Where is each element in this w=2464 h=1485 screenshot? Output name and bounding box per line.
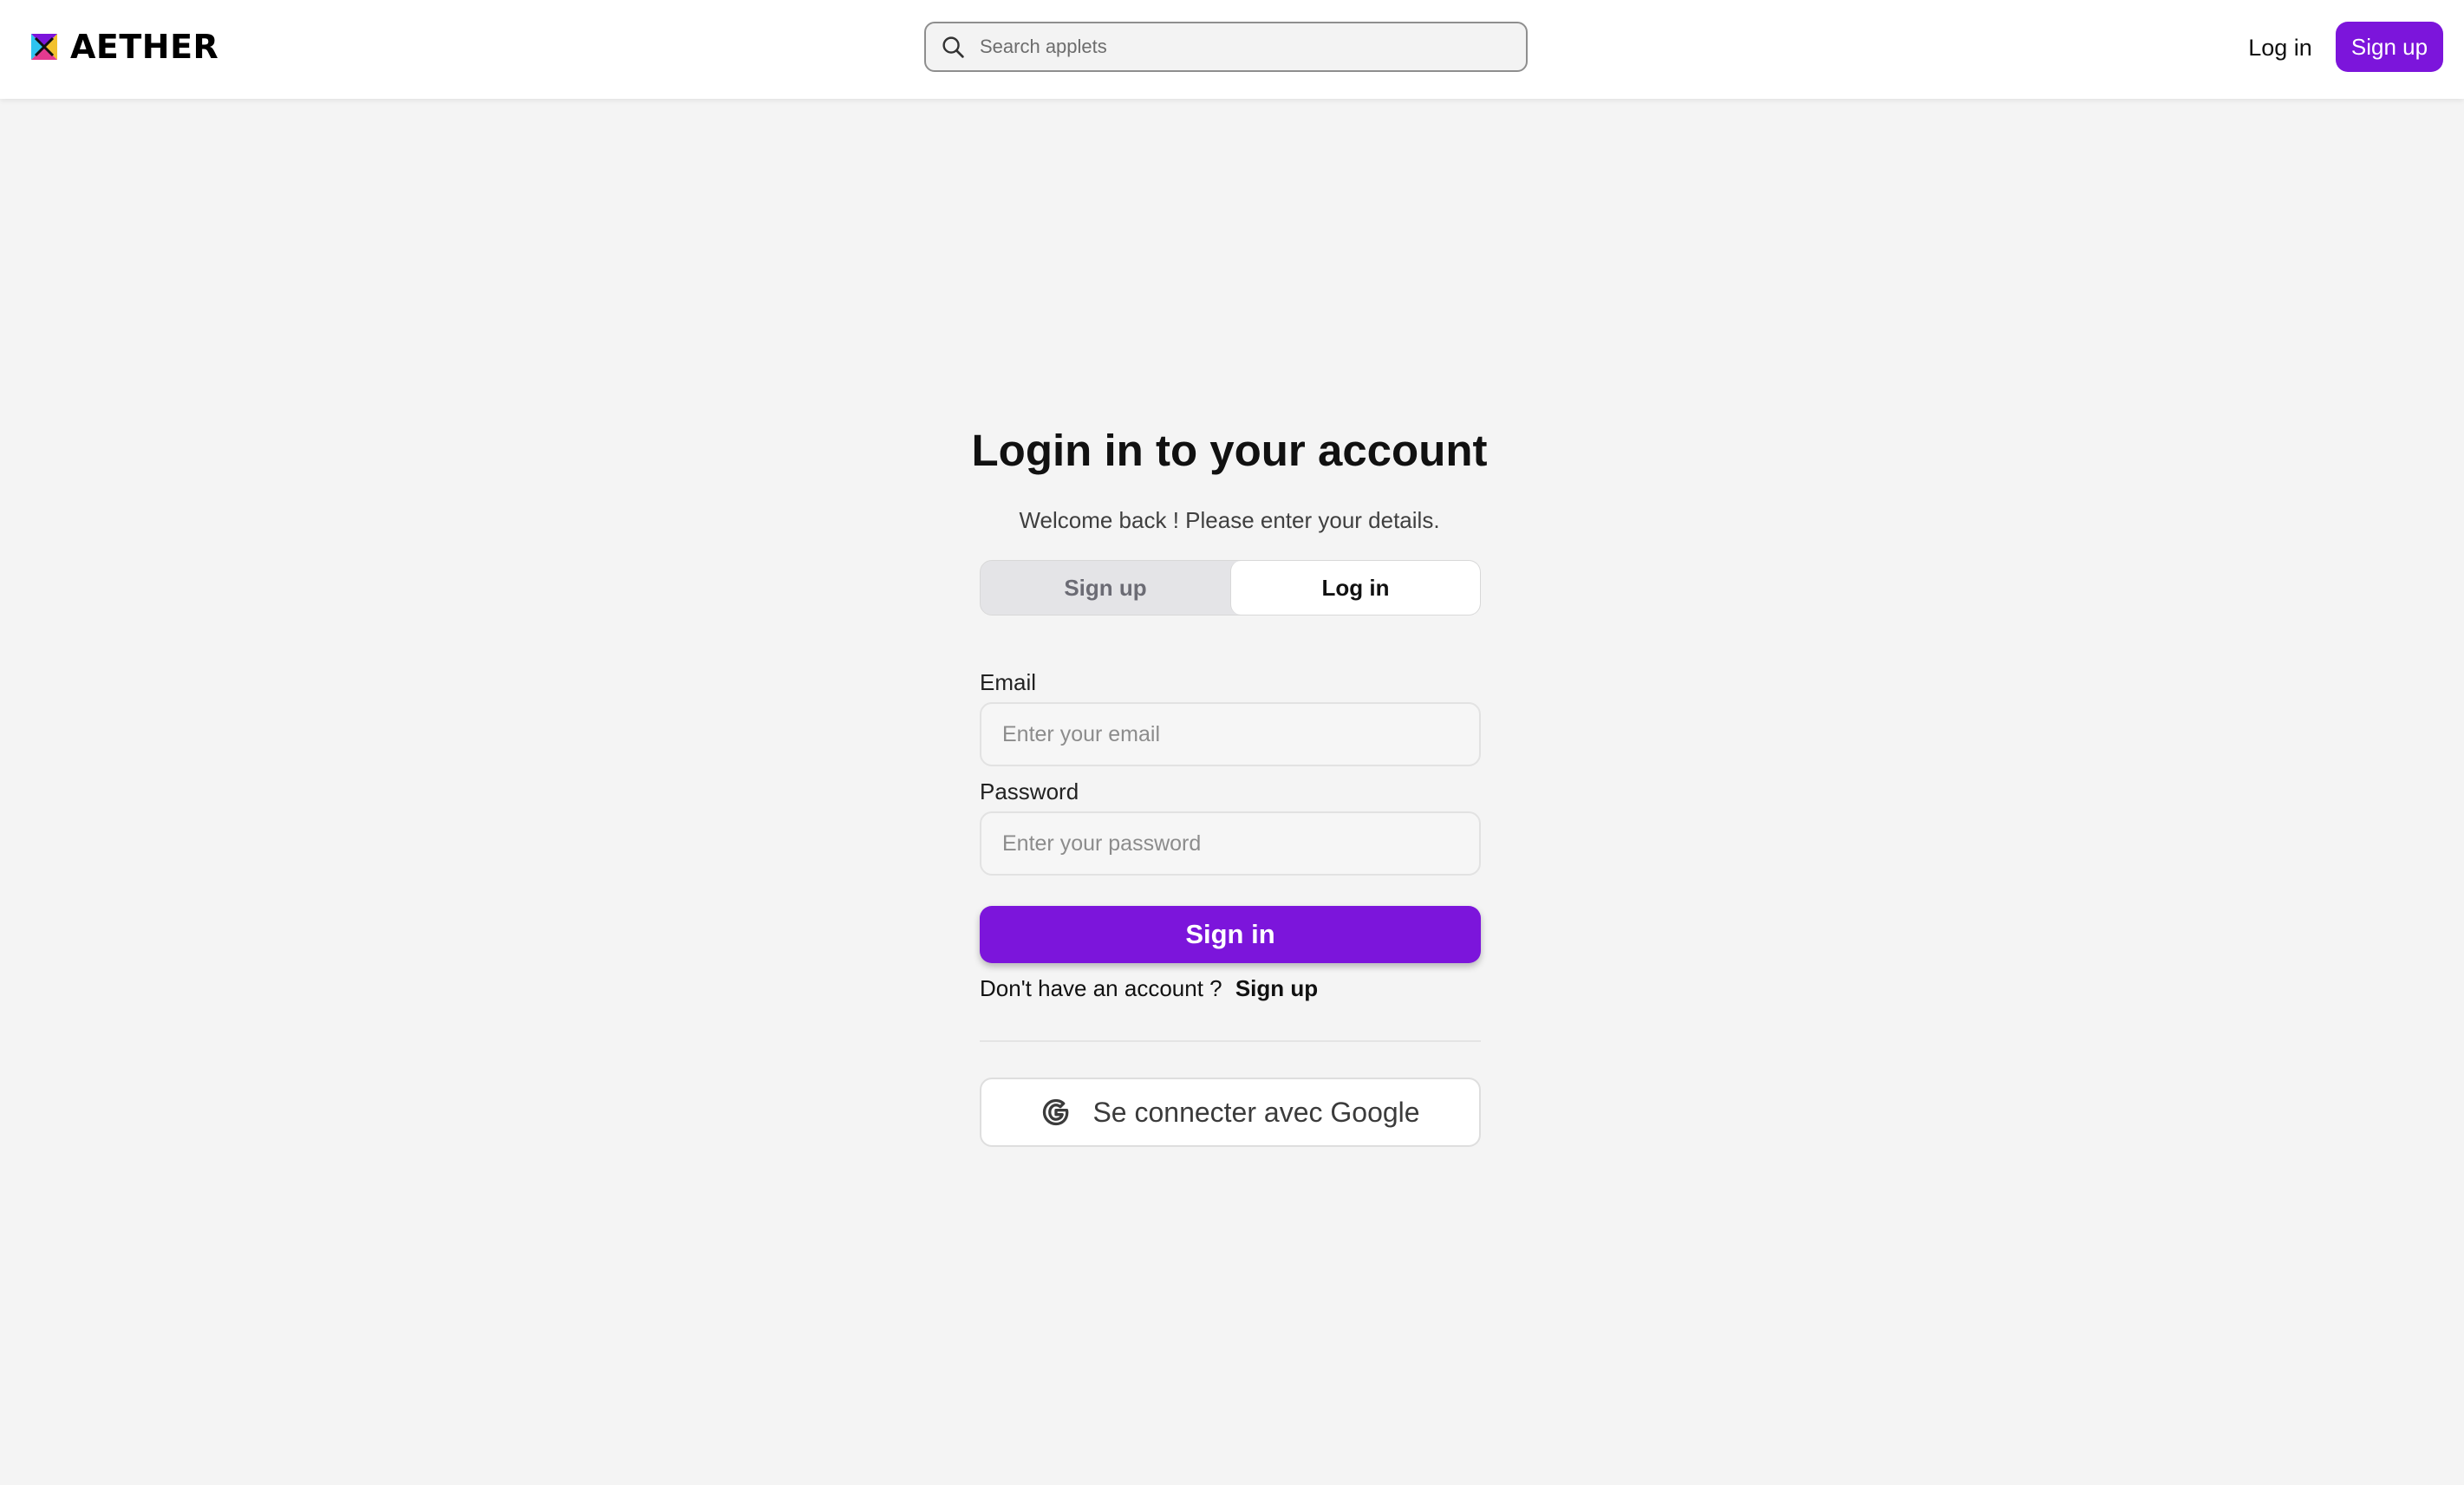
password-label: Password <box>980 778 1079 804</box>
no-account-text: Don't have an account ? <box>980 975 1222 1001</box>
auth-mode-tabs: Sign up Log in <box>980 560 1481 615</box>
google-sign-in-label: Se connecter avec Google <box>1092 1096 1420 1128</box>
search-bar[interactable] <box>924 22 1528 72</box>
sign-in-button[interactable]: Sign in <box>980 906 1481 963</box>
sign-up-link[interactable]: Sign up <box>1235 975 1318 1001</box>
top-navigation-bar: AETHER Log in Sign up <box>0 0 2464 99</box>
google-g-icon <box>1043 1098 1069 1126</box>
brand-name: AETHER <box>70 28 219 66</box>
email-field[interactable] <box>981 704 1479 765</box>
tab-sign-up[interactable]: Sign up <box>981 561 1230 615</box>
brand-logo[interactable]: AETHER <box>28 28 219 66</box>
tab-log-in[interactable]: Log in <box>1230 561 1480 615</box>
aether-logo-icon <box>31 34 57 60</box>
header-signup-button[interactable]: Sign up <box>2336 22 2443 72</box>
header-login-button[interactable]: Log in <box>2237 25 2324 70</box>
google-sign-in-button[interactable]: Se connecter avec Google <box>980 1078 1481 1147</box>
search-input[interactable] <box>980 23 1526 70</box>
no-account-prompt: Don't have an account ? Sign up <box>980 975 1318 1002</box>
password-field[interactable] <box>981 813 1479 874</box>
page-title: Login in to your account <box>971 426 1488 475</box>
email-label: Email <box>980 669 1037 695</box>
email-field-wrapper <box>980 702 1481 766</box>
search-icon <box>942 36 964 58</box>
page-subtitle: Welcome back ! Please enter your details… <box>1019 507 1440 533</box>
divider <box>980 1040 1481 1042</box>
password-field-wrapper <box>980 811 1481 876</box>
